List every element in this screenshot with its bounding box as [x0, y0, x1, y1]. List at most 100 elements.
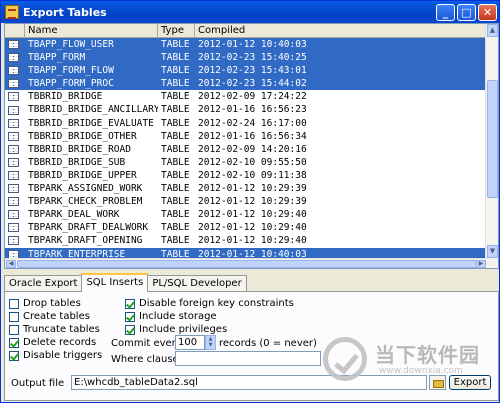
table-row[interactable]: TBPARK_DRAFT_DEALWORK TABLE 2012-01-12 10:…	[5, 221, 487, 234]
horizontal-scrollbar[interactable]: ◀ ▶	[5, 258, 487, 268]
row-name: TBBRID_BRIDGE_SUB	[28, 156, 126, 168]
grid-header: Name Type Compiled	[5, 24, 498, 38]
row-name: TBAPP_FORM_PROC	[28, 78, 114, 90]
table-row[interactable]: TBPARK_ASSIGNED_WORK TABLE 2012-01-12 10:2…	[5, 182, 487, 195]
tab-strip: Oracle Export SQL Inserts PL/SQL Develop…	[4, 273, 247, 292]
table-row[interactable]: TBBRID_BRIDGE_ANCILLARY TABLE 2012-01-16 1…	[5, 103, 487, 116]
include-storage-checkbox[interactable]: Include storage	[125, 311, 217, 322]
delete-records-box[interactable]	[9, 337, 19, 348]
table-icon	[8, 105, 19, 115]
scroll-down-icon[interactable]: ▼	[487, 245, 498, 258]
table-row[interactable]: TBBRID_BRIDGE TABLE 2012-02-09 17:24:22	[5, 90, 487, 103]
tab-oracle-export[interactable]: Oracle Export	[4, 275, 83, 292]
tables-grid[interactable]: Name Type Compiled TBAPP_FLOW_USER TABLE 2…	[4, 23, 499, 269]
delete-records-checkbox[interactable]: Delete records	[9, 337, 96, 348]
table-icon	[5, 64, 25, 77]
header-compiled[interactable]: Compiled	[195, 24, 487, 37]
table-row[interactable]: TBPARK_CHECK_PROBLEM TABLE 2012-01-12 10:2…	[5, 195, 487, 208]
include-privileges-box[interactable]	[125, 324, 135, 335]
table-row[interactable]: TBBRID_BRIDGE_SUB TABLE 2012-02-10 09:55:5…	[5, 156, 487, 169]
disable-fk-checkbox[interactable]: Disable foreign key constraints	[125, 298, 294, 309]
row-type: TABLE	[161, 104, 190, 116]
row-name: TBBRID_BRIDGE_EVALUATE	[28, 117, 154, 129]
disable-fk-box[interactable]	[125, 298, 135, 309]
include-storage-box[interactable]	[125, 311, 135, 322]
commit-every-input[interactable]: 100	[175, 335, 205, 350]
commit-spinner[interactable]: ▲ ▼	[205, 335, 216, 350]
truncate-tables-label: Truncate tables	[23, 324, 100, 335]
row-type: TABLE	[161, 222, 190, 234]
row-type: TABLE	[161, 209, 190, 221]
disable-triggers-box[interactable]	[9, 350, 19, 361]
header-name[interactable]: Name	[25, 24, 158, 37]
where-clause-input[interactable]	[175, 351, 321, 366]
maximize-button[interactable]: □	[457, 3, 476, 21]
scroll-right-icon[interactable]: ▶	[476, 260, 486, 268]
table-icon	[5, 221, 25, 234]
minimize-button[interactable]: _	[436, 3, 455, 21]
table-icon	[5, 90, 25, 103]
row-name: TBAPP_FORM	[28, 52, 86, 64]
scroll-up-icon[interactable]: ▲	[487, 24, 498, 37]
header-icon-column[interactable]	[5, 24, 25, 37]
browse-folder-icon[interactable]	[429, 375, 446, 390]
horizontal-scroll-thumb[interactable]	[17, 260, 477, 268]
row-type: TABLE	[161, 235, 190, 247]
disable-triggers-label: Disable triggers	[23, 350, 103, 361]
row-compiled: 2012-02-10 09:55:50	[198, 156, 307, 168]
header-type[interactable]: Type	[158, 24, 195, 37]
table-icon	[5, 195, 25, 208]
table-row[interactable]: TBAPP_FORM_PROC TABLE 2012-02-23 15:44:02	[5, 77, 487, 91]
table-row[interactable]: TBAPP_FLOW_USER TABLE 2012-01-12 10:40:03	[5, 38, 487, 52]
vertical-scrollbar[interactable]: ▲ ▼	[485, 24, 498, 268]
vertical-scroll-thumb[interactable]	[487, 80, 498, 198]
table-icon	[5, 156, 25, 169]
commit-suffix-label: records (0 = never)	[219, 338, 317, 349]
table-row[interactable]: TBAPP_FORM_FLOW TABLE 2012-02-23 15:43:01	[5, 64, 487, 78]
title-bar[interactable]: Export Tables _ □ ✕	[1, 1, 499, 23]
row-name: TBPARK_DEAL_WORK	[28, 209, 120, 221]
table-row[interactable]: TBPARK_DRAFT_OPENING TABLE 2012-01-12 10:2…	[5, 234, 487, 247]
table-icon	[5, 208, 25, 221]
create-tables-checkbox[interactable]: Create tables	[9, 311, 90, 322]
table-icon	[8, 223, 19, 233]
table-row[interactable]: TBPARK_DEAL_WORK TABLE 2012-01-12 10:29:40	[5, 208, 487, 221]
row-compiled: 2012-02-23 15:40:25	[198, 52, 307, 64]
table-row[interactable]: TBBRID_BRIDGE_EVALUATE TABLE 2012-02-24 16…	[5, 117, 487, 130]
create-tables-box[interactable]	[9, 311, 19, 322]
drop-tables-checkbox[interactable]: Drop tables	[9, 298, 81, 309]
table-icon	[8, 66, 19, 76]
export-tables-window: Export Tables _ □ ✕ Name Type Compiled T…	[0, 0, 500, 403]
row-type: TABLE	[161, 143, 190, 155]
table-row[interactable]: TBBRID_BRIDGE_ROAD TABLE 2012-02-09 14:20:…	[5, 143, 487, 156]
output-file-input[interactable]: E:\whcdb_tableData2.sql	[71, 375, 427, 390]
table-icon	[8, 53, 19, 63]
row-name: TBBRID_BRIDGE_OTHER	[28, 130, 137, 142]
close-button[interactable]: ✕	[478, 3, 497, 21]
table-icon	[5, 169, 25, 182]
table-row[interactable]: TBAPP_FORM TABLE 2012-02-23 15:40:25	[5, 51, 487, 65]
table-icon	[5, 51, 25, 64]
export-button[interactable]: Export	[449, 375, 491, 390]
disable-triggers-checkbox[interactable]: Disable triggers	[9, 350, 102, 361]
row-compiled: 2012-01-12 10:29:40	[198, 222, 307, 234]
table-row[interactable]: TBBRID_BRIDGE_OTHER TABLE 2012-01-16 16:56…	[5, 130, 487, 143]
truncate-tables-box[interactable]	[9, 324, 19, 335]
scroll-left-icon[interactable]: ◀	[6, 260, 16, 268]
create-tables-label: Create tables	[23, 311, 90, 322]
drop-tables-box[interactable]	[9, 298, 19, 309]
row-name: TBBRID_BRIDGE_ANCILLARY	[28, 104, 158, 116]
include-privileges-checkbox[interactable]: Include privileges	[125, 324, 227, 335]
row-compiled: 2012-01-12 10:29:39	[198, 196, 307, 208]
row-name: TBBRID_BRIDGE_ROAD	[28, 143, 131, 155]
row-compiled: 2012-02-09 17:24:22	[198, 91, 307, 103]
include-storage-label: Include storage	[139, 311, 217, 322]
table-icon	[8, 197, 19, 207]
truncate-tables-checkbox[interactable]: Truncate tables	[9, 324, 100, 335]
table-row[interactable]: TBBRID_BRIDGE_UPPER TABLE 2012-02-10 09:11…	[5, 169, 487, 182]
tab-sql-inserts[interactable]: SQL Inserts	[81, 273, 149, 292]
row-type: TABLE	[161, 52, 190, 64]
tab-plsql-developer[interactable]: PL/SQL Developer	[147, 275, 247, 292]
row-type: TABLE	[161, 39, 190, 50]
commit-every-label: Commit every	[111, 338, 182, 349]
